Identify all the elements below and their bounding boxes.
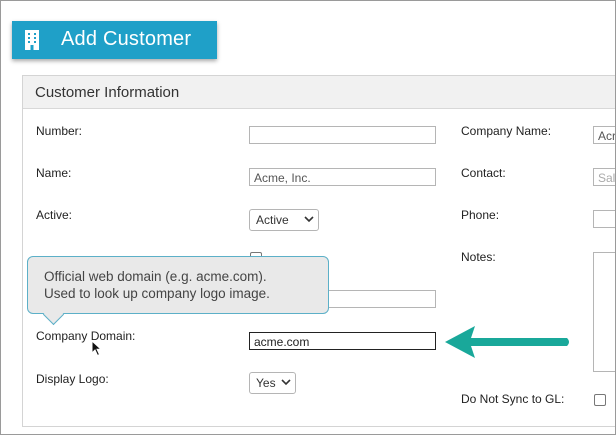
- company-domain-label: Company Domain:: [36, 329, 136, 343]
- company-domain-tooltip: Official web domain (e.g. acme.com). Use…: [27, 256, 329, 326]
- active-select[interactable]: Active: [249, 209, 319, 231]
- company-name-label: Company Name:: [461, 124, 552, 138]
- page-title-bar: Add Customer: [12, 21, 217, 59]
- display-logo-label: Display Logo:: [36, 372, 109, 386]
- notes-label: Notes:: [461, 250, 496, 264]
- active-label: Active:: [36, 208, 73, 222]
- chevron-down-icon: [304, 216, 314, 223]
- phone-input[interactable]: [593, 210, 615, 228]
- number-input[interactable]: [249, 126, 436, 144]
- arrow-left-icon: [445, 326, 569, 358]
- do-not-sync-checkbox[interactable]: [594, 394, 606, 406]
- building-icon: [25, 30, 39, 50]
- chevron-down-icon: [281, 379, 291, 386]
- mouse-cursor-icon: [91, 340, 103, 357]
- name-label: Name:: [36, 166, 72, 180]
- hidden-input[interactable]: [323, 290, 436, 308]
- do-not-sync-label: Do Not Sync to GL:: [461, 392, 565, 406]
- section-title: Customer Information: [35, 84, 180, 101]
- name-input[interactable]: Acme, Inc.: [249, 168, 436, 186]
- page-title: Add Customer: [61, 28, 192, 50]
- tooltip-line-1: Official web domain (e.g. acme.com).: [44, 269, 267, 284]
- company-domain-input[interactable]: acme.com: [249, 332, 436, 350]
- display-logo-select-value: Yes: [256, 376, 276, 390]
- section-header: Customer Information: [23, 76, 615, 109]
- tooltip-line-2: Used to look up company logo image.: [44, 286, 270, 301]
- notes-textarea[interactable]: [593, 252, 615, 372]
- display-logo-select[interactable]: Yes: [249, 372, 296, 394]
- window: Add Customer Customer Information Number…: [0, 0, 616, 435]
- contact-input[interactable]: Sal: [593, 168, 615, 186]
- company-name-input[interactable]: Acr: [593, 126, 615, 144]
- active-select-value: Active: [256, 213, 289, 227]
- contact-label: Contact:: [461, 166, 506, 180]
- number-label: Number:: [36, 124, 83, 138]
- phone-label: Phone:: [461, 208, 500, 222]
